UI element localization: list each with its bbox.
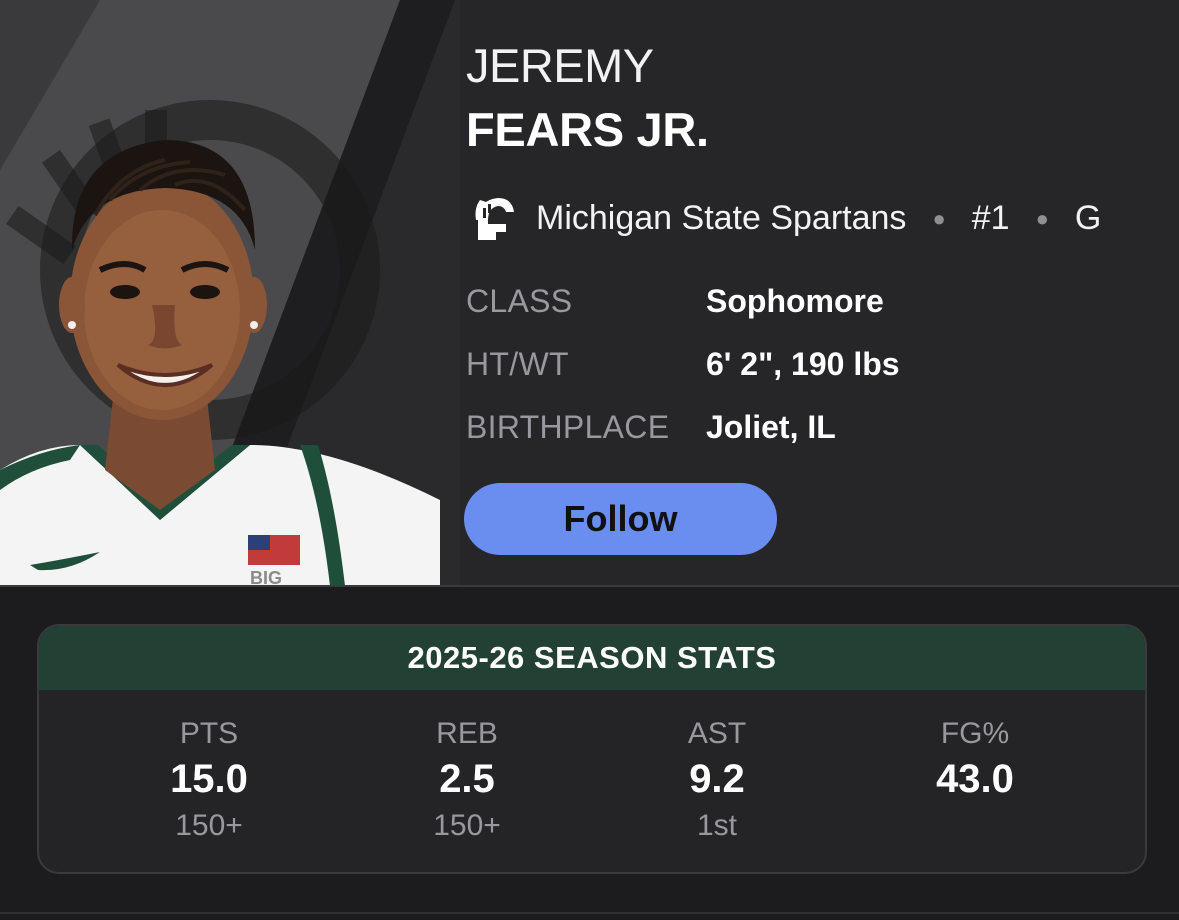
info-value: Sophomore — [706, 282, 884, 319]
spartan-helmet-icon — [475, 198, 514, 240]
stat-label: FG% — [940, 717, 1010, 750]
info-label: CLASS — [466, 282, 573, 319]
divider — [0, 912, 1179, 914]
info-value: Joliet, IL — [706, 408, 836, 445]
info-row-birthplace: BIRTHPLACE Joliet, IL — [466, 407, 836, 447]
stat-value: 43.0 — [936, 757, 1014, 801]
stat-rank: 1st — [696, 809, 738, 842]
follow-button[interactable]: Follow — [464, 483, 777, 555]
separator-dot-icon: ● — [932, 206, 946, 231]
stat-pts: PTS 15.0 150+ — [79, 714, 339, 848]
info-label: HT/WT — [466, 345, 569, 382]
jersey-number: #1 — [971, 198, 1010, 237]
stat-value: 15.0 — [170, 757, 248, 801]
separator-dot-icon: ● — [1035, 206, 1049, 231]
stat-label: AST — [687, 717, 747, 750]
stat-ast: AST 9.2 1st — [587, 714, 847, 848]
stat-rank — [845, 804, 1105, 848]
stat-label: PTS — [179, 717, 239, 750]
info-row-class: CLASS Sophomore — [466, 281, 884, 321]
stat-fg-pct: FG% 43.0 — [845, 714, 1105, 848]
info-value: 6' 2", 190 lbs — [706, 345, 900, 382]
team-row[interactable]: Michigan State Spartans ● #1 ● G — [466, 188, 1101, 248]
stat-rank: 150+ — [175, 809, 243, 842]
stats-title: 2025-26 SEASON STATS — [39, 626, 1145, 690]
info-label: BIRTHPLACE — [466, 408, 670, 445]
stat-value: 2.5 — [439, 757, 495, 801]
player-hero: BIG JEREMY FEARS JR. Michigan State Spar… — [0, 0, 1179, 586]
stat-rank: 150+ — [433, 809, 501, 842]
player-first-name: JEREMY — [466, 39, 654, 92]
player-photo: BIG — [0, 0, 460, 586]
svg-text:BIG: BIG — [250, 568, 282, 586]
stat-label: REB — [436, 717, 498, 750]
player-last-name: FEARS JR. — [466, 103, 709, 156]
season-stats-card: 2025-26 SEASON STATS PTS 15.0 150+ REB 2… — [37, 624, 1147, 874]
stat-reb: REB 2.5 150+ — [337, 714, 597, 848]
player-position: G — [1074, 198, 1102, 237]
team-name: Michigan State Spartans — [536, 198, 907, 237]
info-row-ht-wt: HT/WT 6' 2", 190 lbs — [466, 344, 900, 384]
divider — [0, 585, 1179, 587]
stat-value: 9.2 — [689, 757, 745, 801]
